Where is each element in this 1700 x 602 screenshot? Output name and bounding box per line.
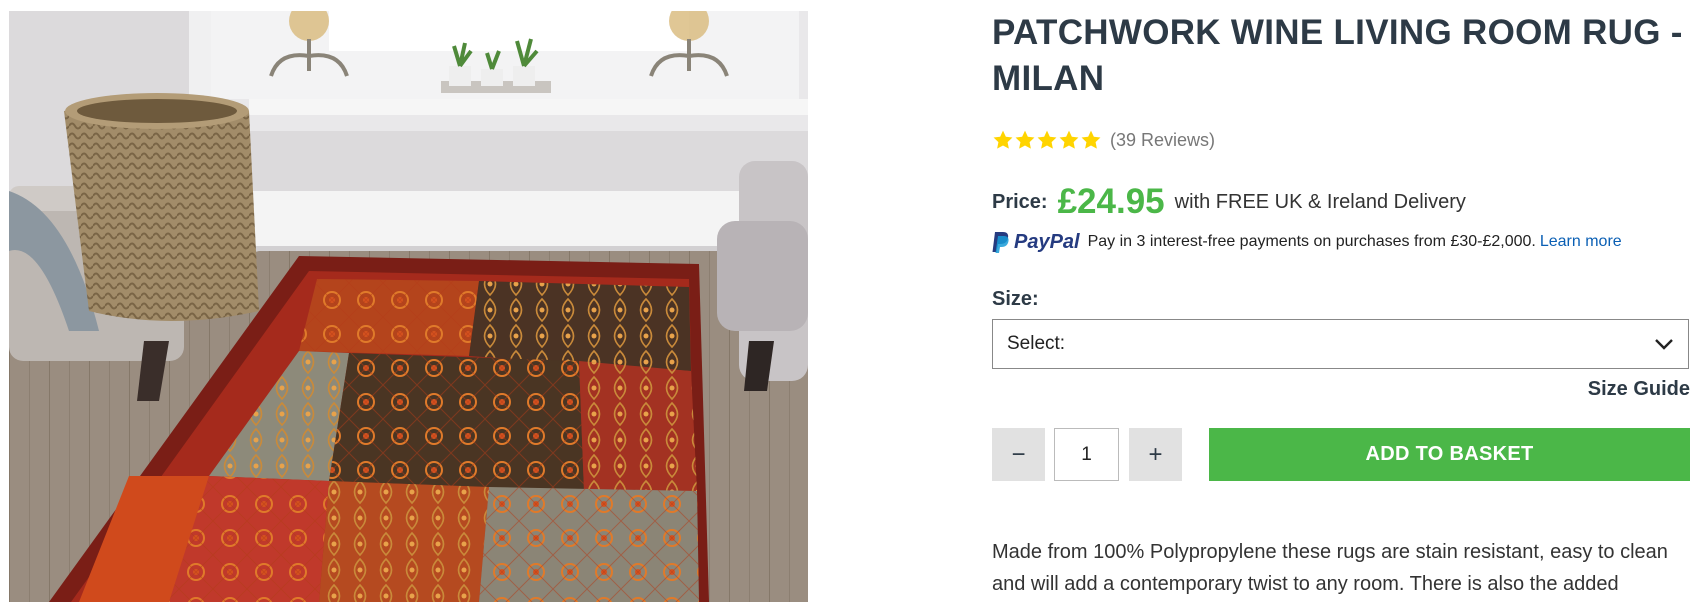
quantity-input[interactable]	[1054, 428, 1119, 481]
product-description: Made from 100% Polypropylene these rugs …	[992, 541, 1668, 595]
reviews-link[interactable]: (39 Reviews)	[1110, 130, 1215, 151]
star-rating	[992, 129, 1102, 151]
star-icon	[1015, 130, 1035, 149]
paypal-wordmark: PayPal	[1014, 230, 1080, 253]
add-to-basket-button[interactable]: ADD TO BASKET	[1209, 428, 1690, 481]
star-icon	[1081, 130, 1101, 149]
price-label: Price:	[992, 190, 1048, 213]
product-image[interactable]	[9, 11, 808, 602]
product-title: PATCHWORK WINE LIVING ROOM RUG - MILAN	[992, 13, 1683, 98]
paypal-icon	[992, 232, 1009, 253]
quantity-decrease-button[interactable]: −	[992, 428, 1045, 481]
rating-row: (39 Reviews)	[992, 128, 1215, 152]
product-page: PATCHWORK WINE LIVING ROOM RUG - MILAN (…	[0, 0, 1700, 602]
star-icon	[993, 130, 1013, 149]
learn-more-link[interactable]: Learn more	[1540, 233, 1622, 251]
size-select[interactable]: Select:	[992, 319, 1689, 369]
chevron-down-icon	[1654, 338, 1674, 350]
size-label: Size:	[992, 288, 1039, 310]
size-guide-link[interactable]: Size Guide	[1588, 378, 1690, 401]
quantity-increase-button[interactable]: +	[1129, 428, 1182, 481]
paypal-logo: PayPal	[992, 230, 1080, 254]
price-value: £24.95	[1057, 182, 1165, 221]
delivery-text: with FREE UK & Ireland Delivery	[1174, 190, 1466, 213]
star-icon	[1059, 130, 1079, 149]
paypal-banner: PayPal Pay in 3 interest-free payments o…	[992, 228, 1622, 256]
size-select-value: Select:	[1007, 333, 1066, 354]
star-icon	[1037, 130, 1057, 149]
paypal-message: Pay in 3 interest-free payments on purch…	[1087, 233, 1536, 250]
price-row: Price: £24.95 with FREE UK & Ireland Del…	[992, 180, 1466, 224]
